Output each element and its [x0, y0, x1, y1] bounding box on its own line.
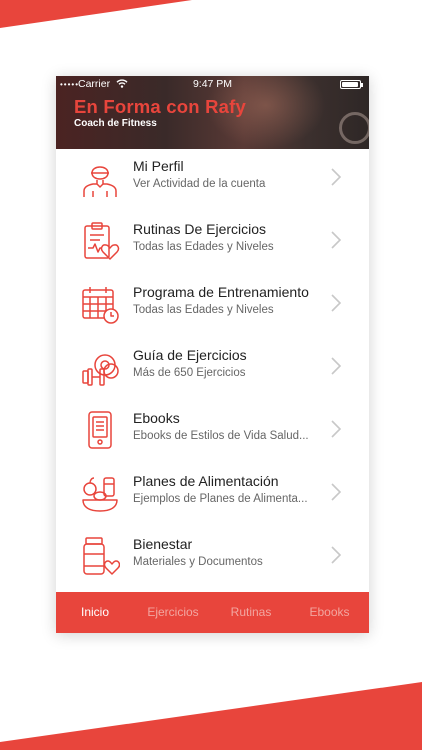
phone-screen: ••••• Carrier 9:47 PM En Forma con Rafy … — [56, 76, 369, 633]
tab-inicio[interactable]: Inicio — [56, 592, 134, 633]
menu-item-title: Mi Perfil — [133, 158, 184, 174]
bottom-decor-stripe — [0, 682, 422, 750]
menu-item-title: Planes de Alimentación — [133, 473, 279, 489]
chevron-right-icon — [331, 357, 342, 375]
tab-ejercicios[interactable]: Ejercicios — [134, 592, 212, 633]
app-title: En Forma con Rafy — [74, 96, 246, 117]
calendar-clock-icon — [82, 287, 119, 324]
menu-item-planes[interactable]: Planes de Alimentación Ejemplos de Plane… — [56, 464, 369, 527]
chevron-right-icon — [331, 420, 342, 438]
top-decor-stripe — [0, 0, 192, 28]
battery-icon — [340, 80, 363, 89]
user-profile-icon — [83, 166, 117, 197]
status-bar: ••••• Carrier 9:47 PM — [56, 78, 369, 92]
menu-item-subtitle: Ejemplos de Planes de Alimenta... — [133, 493, 308, 505]
chevron-right-icon — [331, 168, 342, 186]
app-subtitle: Coach de Fitness — [74, 118, 157, 129]
dumbbell-plates-icon — [82, 354, 119, 386]
chevron-right-icon — [331, 546, 342, 564]
bottom-tab-bar: Inicio Ejercicios Rutinas Ebooks — [56, 592, 369, 633]
wellness-jar-icon — [83, 537, 120, 575]
menu-item-title: Ebooks — [133, 410, 180, 426]
menu-item-mi-perfil[interactable]: Mi Perfil Ver Actividad de la cuenta — [56, 149, 369, 212]
chevron-right-icon — [331, 294, 342, 312]
ebook-reader-icon — [88, 411, 112, 449]
menu-item-guia[interactable]: Guía de Ejercicios Más de 650 Ejercicios — [56, 338, 369, 401]
menu-item-subtitle: Ebooks de Estilos de Vida Salud... — [133, 430, 309, 442]
status-time: 9:47 PM — [192, 78, 233, 90]
menu-item-subtitle: Más de 650 Ejercicios — [133, 367, 246, 379]
menu-item-title: Bienestar — [133, 536, 193, 552]
menu-item-subtitle: Todas las Edades y Niveles — [133, 241, 274, 253]
tab-rutinas[interactable]: Rutinas — [212, 592, 290, 633]
menu-item-title: Programa de Entrenamiento — [133, 284, 309, 300]
menu-item-title: Guía de Ejercicios — [133, 347, 247, 363]
chevron-right-icon — [331, 231, 342, 249]
menu-item-programa[interactable]: Programa de Entrenamiento Todas las Edad… — [56, 275, 369, 338]
tab-ebooks[interactable]: Ebooks — [290, 592, 369, 633]
menu-item-ebooks[interactable]: Ebooks Ebooks de Estilos de Vida Salud..… — [56, 401, 369, 464]
menu-item-rutinas[interactable]: Rutinas De Ejercicios Todas las Edades y… — [56, 212, 369, 275]
menu-item-subtitle: Todas las Edades y Niveles — [133, 304, 274, 316]
clipboard-heart-icon — [84, 222, 120, 260]
menu-item-title: Rutinas De Ejercicios — [133, 221, 267, 237]
food-plate-icon — [82, 477, 118, 512]
header-photo-ball — [339, 112, 369, 144]
menu-item-subtitle: Ver Actividad de la cuenta — [133, 178, 266, 190]
header-banner: ••••• Carrier 9:47 PM En Forma con Rafy … — [56, 76, 369, 149]
chevron-right-icon — [331, 483, 342, 501]
menu-item-bienestar[interactable]: Bienestar Materiales y Documentos — [56, 527, 369, 590]
menu-item-subtitle: Materiales y Documentos — [133, 556, 263, 568]
menu-list: Mi Perfil Ver Actividad de la cuenta Rut… — [56, 149, 369, 592]
